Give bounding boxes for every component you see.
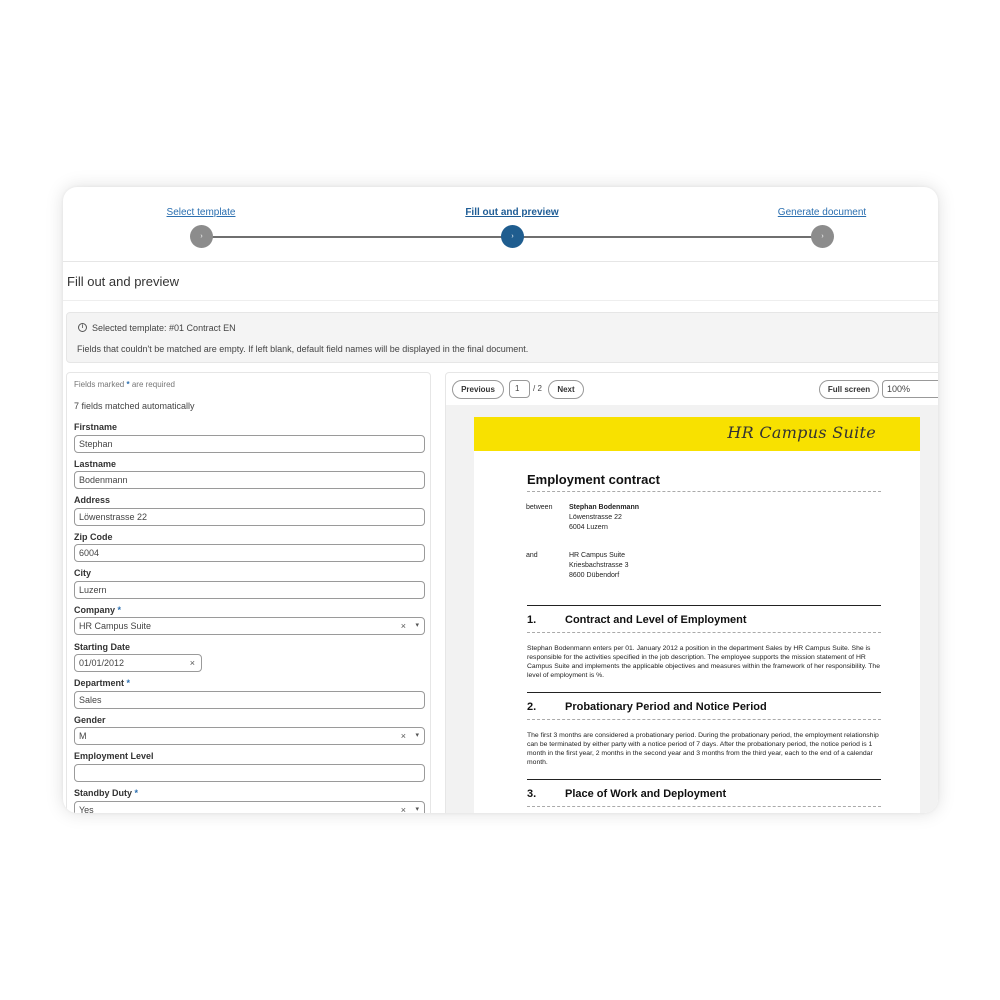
zip-code-field[interactable]: 6004 [74, 544, 425, 562]
zip-code-label: Zip Code [74, 532, 113, 542]
required-note-prefix: Fields marked [74, 380, 125, 389]
and-label: and [526, 552, 538, 559]
gender-select-value: M [79, 731, 87, 741]
clear-icon[interactable]: × [190, 655, 195, 671]
department-label: Department * [74, 678, 130, 688]
info-icon: i [78, 323, 87, 332]
section-title: Contract and Level of Employment [565, 614, 747, 626]
section-title: Probationary Period and Notice Period [565, 701, 767, 713]
address-label: Address [74, 495, 111, 505]
next-button[interactable]: Next [548, 380, 584, 399]
company-select[interactable]: HR Campus Suite × ▾ [74, 617, 425, 635]
template-info-box: i Selected template: #01 Contract EN Fie… [66, 312, 938, 363]
page-number-input[interactable]: 1 [509, 380, 530, 398]
previous-button[interactable]: Previous [452, 380, 504, 399]
chevron-right-icon[interactable]: › [811, 225, 834, 248]
company-select-value: HR Campus Suite [79, 621, 152, 631]
divider [63, 300, 938, 301]
chevron-right-icon[interactable]: › [501, 225, 524, 248]
required-star: * [126, 380, 130, 389]
selected-template-text: Selected template: #01 Contract EN [92, 323, 236, 333]
section-number: 3. [527, 788, 537, 800]
wizard-stepper: Select template › Fill out and preview ›… [63, 187, 938, 262]
standby-duty-select[interactable]: Yes × ▾ [74, 801, 425, 813]
section-rule [527, 779, 881, 780]
zoom-input[interactable]: 100% [882, 380, 938, 398]
company-label: Company * [74, 605, 121, 615]
gender-label: Gender [74, 715, 106, 725]
step-label[interactable]: Select template [111, 207, 291, 218]
section-rule [527, 692, 881, 693]
section-number: 2. [527, 701, 537, 713]
form-panel: Fields marked * are required 7 fields ma… [66, 372, 431, 813]
employment-level-field[interactable] [74, 764, 425, 782]
company-city: 8600 Dübendorf [569, 572, 620, 579]
clear-icon[interactable]: × [401, 802, 406, 813]
standby-duty-label: Standby Duty * [74, 788, 138, 798]
lastname-field[interactable]: Bodenmann [74, 471, 425, 489]
required-star: * [117, 605, 122, 615]
between-label: between [526, 504, 553, 511]
fullscreen-button[interactable]: Full screen [819, 380, 879, 399]
required-note-suffix: are required [131, 380, 175, 389]
document-page: HR Campus Suite Employment contract betw… [474, 417, 920, 813]
starting-date-value: 01/01/2012 [79, 658, 125, 668]
section-body: The first 3 months are considered a prob… [527, 732, 879, 766]
dashed-divider [527, 632, 881, 633]
dashed-divider [527, 719, 881, 720]
company-label-text: Company [74, 605, 116, 615]
preview-panel: Previous 1 / 2 Next Full screen 100% HR … [445, 372, 938, 813]
document-viewer[interactable]: HR Campus Suite Employment contract betw… [446, 405, 938, 813]
starting-date-field[interactable]: 01/01/2012 × [74, 654, 202, 672]
required-star: * [126, 678, 131, 688]
step-fill-out-preview[interactable]: Fill out and preview › [422, 187, 602, 262]
document-title: Employment contract [527, 472, 660, 487]
matched-count: 7 fields matched automatically [74, 401, 195, 411]
company-logo: HR Campus Suite [727, 423, 876, 442]
standby-duty-select-value: Yes [79, 805, 94, 813]
standby-duty-label-text: Standby Duty [74, 788, 133, 798]
chevron-down-icon[interactable]: ▾ [415, 802, 419, 813]
required-star: * [134, 788, 139, 798]
city-label: City [74, 568, 92, 578]
clear-icon[interactable]: × [401, 728, 406, 744]
chevron-down-icon[interactable]: ▾ [415, 728, 419, 744]
company-street: Kriesbachstrasse 3 [569, 562, 629, 569]
app-window: Select template › Fill out and preview ›… [63, 187, 938, 813]
required-note: Fields marked * are required [74, 380, 175, 389]
address-field[interactable]: Löwenstrasse 22 [74, 508, 425, 526]
page-title: Fill out and preview [67, 274, 179, 289]
employee-name: Stephan Bodenmann [569, 504, 640, 511]
step-label[interactable]: Fill out and preview [422, 207, 602, 218]
chevron-down-icon[interactable]: ▾ [415, 618, 419, 634]
department-field[interactable]: Sales [74, 691, 425, 709]
firstname-label: Firstname [74, 422, 118, 432]
employment-level-label: Employment Level [74, 751, 154, 761]
document-banner: HR Campus Suite [474, 417, 920, 451]
clear-icon[interactable]: × [401, 618, 406, 634]
employee-city: 6004 Luzern [569, 524, 608, 531]
section-number: 1. [527, 614, 537, 626]
gender-select[interactable]: M × ▾ [74, 727, 425, 745]
lastname-label: Lastname [74, 459, 117, 469]
section-rule [527, 605, 881, 606]
department-label-text: Department [74, 678, 125, 688]
section-title: Place of Work and Deployment [565, 788, 727, 800]
company-name: HR Campus Suite [569, 552, 626, 559]
dashed-divider [527, 806, 881, 807]
step-generate-document[interactable]: Generate document › [732, 187, 912, 262]
employee-street: Löwenstrasse 22 [569, 514, 622, 521]
section-body: Stephan Bodenmann enters per 01. January… [527, 645, 880, 679]
step-select-template[interactable]: Select template › [111, 187, 291, 262]
city-field[interactable]: Luzern [74, 581, 425, 599]
unmatched-fields-note: Fields that couldn't be matched are empt… [77, 344, 529, 354]
chevron-right-icon[interactable]: › [190, 225, 213, 248]
starting-date-label: Starting Date [74, 642, 131, 652]
firstname-field[interactable]: Stephan [74, 435, 425, 453]
page-total: / 2 [533, 384, 542, 393]
dashed-divider [527, 491, 881, 492]
step-label[interactable]: Generate document [732, 207, 912, 218]
